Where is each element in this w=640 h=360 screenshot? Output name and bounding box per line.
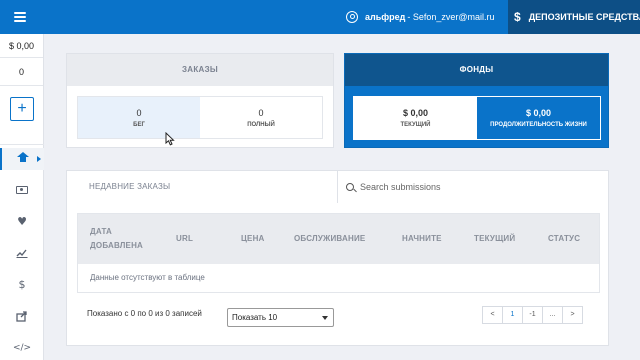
add-order-button[interactable]: +	[10, 97, 34, 121]
funds-current-label: ТЕКУЩИЙ	[400, 122, 431, 128]
active-arrow-icon	[37, 156, 41, 162]
search-box	[337, 171, 609, 203]
column-date-added[interactable]: ДАТА ДОБАВЛЕНА	[90, 214, 160, 264]
sidebar-divider	[0, 144, 44, 145]
page-scrollbar[interactable]	[631, 34, 640, 360]
user-account[interactable]: альфред - Sefon_zver@mail.ru	[346, 0, 495, 34]
column-price[interactable]: ЦЕНА	[241, 214, 265, 264]
chevron-down-icon	[322, 316, 328, 320]
page-size-value: Показать 10	[232, 313, 278, 322]
funds-title: ФОНДЫ	[345, 54, 608, 86]
page-size-select[interactable]: Показать 10	[227, 308, 334, 327]
sidebar-balance: $ 0,00	[0, 34, 43, 58]
recent-orders-title: НЕДАВНИЕ ЗАКАЗЫ	[89, 182, 171, 191]
orders-running-label: БЕГ	[133, 121, 145, 128]
sidebar-item-stats[interactable]	[0, 242, 44, 264]
sidebar: $ 0,00 0 + ♥ $ </>	[0, 34, 44, 360]
orders-stats: 0 БЕГ 0 ПОЛНЫЙ	[77, 96, 323, 139]
pagination-page-1[interactable]: 1	[502, 306, 523, 324]
pagination: < 1 -1 ... >	[482, 306, 583, 324]
dollar-icon: $	[514, 10, 521, 24]
table-info: Показано с 0 по 0 из 0 записей	[87, 309, 202, 318]
funds-lifetime-value: $ 0,00	[525, 108, 552, 118]
recent-orders-card: НЕДАВНИЕ ЗАКАЗЫ ДАТА ДОБАВЛЕНА URL ЦЕНА …	[66, 170, 609, 346]
funds-stats: $ 0,00 ТЕКУЩИЙ $ 0,00 ПРОДОЛЖИТЕЛЬНОСТЬ …	[353, 96, 601, 140]
pagination-ellipsis: ...	[542, 306, 563, 324]
sidebar-item-api[interactable]: </>	[0, 337, 44, 359]
share-icon	[16, 310, 27, 322]
table-empty-message: Данные отсутствуют в таблице	[90, 273, 205, 282]
column-start[interactable]: НАЧНИТЕ	[402, 214, 442, 264]
pagination-page-last[interactable]: -1	[522, 306, 543, 324]
mouse-pointer-icon	[165, 132, 175, 146]
user-email: - Sefon_zver@mail.ru	[407, 12, 495, 22]
search-icon	[346, 183, 354, 191]
dollar-icon: $	[18, 277, 26, 291]
orders-card: ЗАКАЗЫ 0 БЕГ 0 ПОЛНЫЙ	[66, 53, 334, 148]
column-url[interactable]: URL	[176, 214, 193, 264]
user-icon	[346, 11, 358, 23]
pagination-next[interactable]: >	[562, 306, 583, 324]
sidebar-item-funds[interactable]	[0, 179, 44, 201]
hamburger-menu-icon[interactable]	[10, 9, 30, 25]
sidebar-item-favorites[interactable]: ♥	[0, 210, 44, 232]
funds-lifetime-label: ПРОДОЛЖИТЕЛЬНОСТЬ ЖИЗНИ	[490, 122, 587, 128]
funds-current-value: $ 0,00	[402, 108, 429, 118]
chart-icon	[16, 249, 28, 258]
search-input[interactable]	[360, 182, 580, 192]
orders-running[interactable]: 0 БЕГ	[78, 97, 200, 138]
deposit-funds-button[interactable]: $ ДЕПОЗИТНЫЕ СРЕДСТВА	[508, 0, 640, 34]
orders-table: ДАТА ДОБАВЛЕНА URL ЦЕНА ОБСЛУЖИВАНИЕ НАЧ…	[77, 213, 600, 293]
funds-lifetime[interactable]: $ 0,00 ПРОДОЛЖИТЕЛЬНОСТЬ ЖИЗНИ	[477, 97, 600, 139]
orders-completed-label: ПОЛНЫЙ	[247, 121, 275, 128]
orders-running-value: 0	[136, 107, 142, 118]
sidebar-item-payments[interactable]: $	[0, 273, 44, 295]
funds-card: ФОНДЫ $ 0,00 ТЕКУЩИЙ $ 0,00 ПРОДОЛЖИТЕЛЬ…	[344, 53, 609, 148]
money-icon	[16, 186, 28, 194]
column-service[interactable]: ОБСЛУЖИВАНИЕ	[294, 214, 365, 264]
sidebar-order-count: 0	[0, 58, 43, 86]
funds-current[interactable]: $ 0,00 ТЕКУЩИЙ	[354, 97, 477, 139]
sidebar-item-home[interactable]	[0, 148, 44, 170]
code-icon: </>	[12, 343, 32, 353]
column-status[interactable]: СТАТУС	[548, 214, 580, 264]
sidebar-item-share[interactable]	[0, 305, 44, 327]
user-name: альфред	[365, 12, 406, 22]
column-current[interactable]: ТЕКУЩИЙ	[474, 214, 515, 264]
home-icon	[17, 151, 29, 164]
deposit-funds-label: ДЕПОЗИТНЫЕ СРЕДСТВА	[528, 12, 640, 22]
orders-completed[interactable]: 0 ПОЛНЫЙ	[200, 97, 322, 138]
top-bar: альфред - Sefon_zver@mail.ru $ ДЕПОЗИТНЫ…	[0, 0, 640, 34]
orders-completed-value: 0	[258, 107, 264, 118]
pagination-prev[interactable]: <	[482, 306, 503, 324]
orders-title: ЗАКАЗЫ	[67, 54, 333, 86]
heart-icon: ♥	[17, 214, 27, 228]
table-header: ДАТА ДОБАВЛЕНА URL ЦЕНА ОБСЛУЖИВАНИЕ НАЧ…	[78, 214, 599, 264]
